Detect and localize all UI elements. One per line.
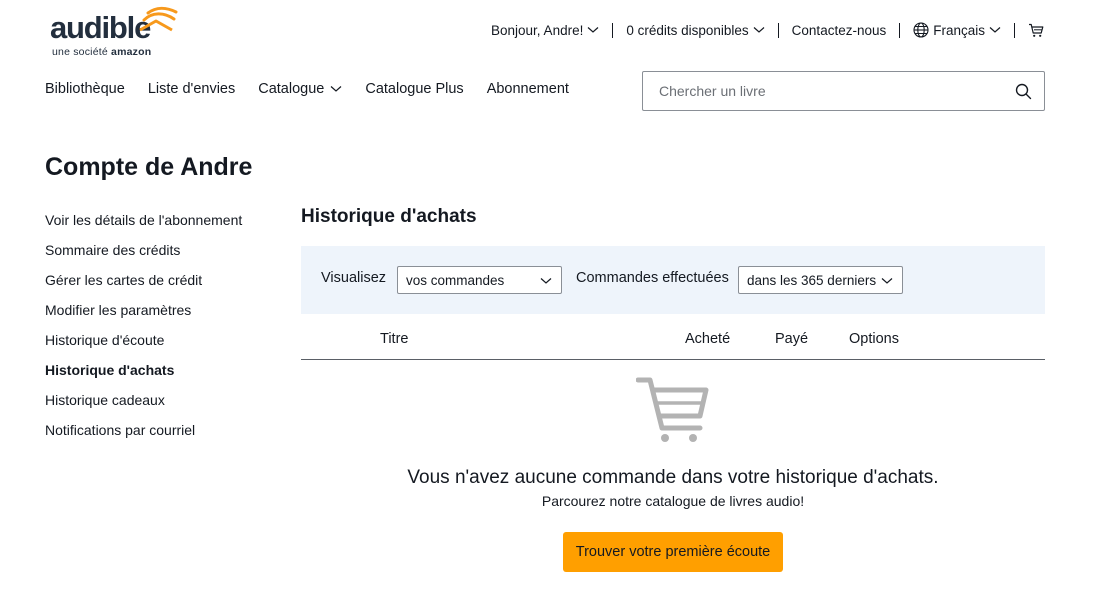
view-filter-label: Visualisez — [321, 270, 387, 286]
find-first-listen-button[interactable]: Trouver votre première écoute — [563, 532, 783, 572]
contact-label: Contactez-nous — [791, 22, 887, 38]
column-paid: Payé — [775, 331, 809, 347]
logo-wordmark: audible — [50, 10, 151, 45]
logo-tagline-prefix: une société — [52, 46, 108, 58]
greeting-label: Bonjour, Andre! — [491, 22, 584, 38]
empty-message: Vous n'avez aucune commande dans votre h… — [407, 467, 939, 488]
period-filter-label: Commandes effectuées — [576, 270, 729, 286]
divider — [777, 22, 779, 38]
table-header: Titre Acheté Payé Options — [301, 330, 1045, 360]
nav-library[interactable]: Bibliothèque — [45, 81, 125, 97]
sidebar-item-credit-cards[interactable]: Gérer les cartes de crédit — [45, 271, 275, 301]
chevron-down-icon — [989, 27, 1001, 33]
page-title: Compte de Andre — [45, 153, 253, 181]
cart-icon — [1029, 23, 1044, 37]
language-menu[interactable]: Français — [913, 22, 1001, 38]
search-icon[interactable] — [1015, 83, 1032, 100]
period-filter-value: dans les 365 derniers — [747, 272, 877, 288]
sidebar-item-gift-history[interactable]: Historique cadeaux — [45, 391, 275, 421]
view-filter-value: vos commandes — [406, 272, 505, 288]
search-input[interactable] — [643, 83, 1003, 99]
cart-button[interactable] — [1028, 23, 1044, 38]
nav-label: Catalogue Plus — [365, 81, 464, 97]
divider — [899, 22, 901, 38]
nav-label: Bibliothèque — [45, 81, 125, 97]
divider — [612, 22, 614, 38]
sidebar-item-listening-history[interactable]: Historique d'écoute — [45, 331, 275, 361]
nav-subscription[interactable]: Abonnement — [487, 81, 569, 97]
nav-wishlist[interactable]: Liste d'envies — [148, 81, 235, 97]
chevron-down-icon — [540, 278, 552, 284]
chevron-down-icon — [587, 27, 599, 33]
account-menu[interactable]: Bonjour, Andre! — [491, 23, 599, 38]
empty-subtext: Parcourez notre catalogue de livres audi… — [541, 493, 805, 509]
nav-label: Liste d'envies — [147, 81, 236, 97]
period-filter-select[interactable]: dans les 365 derniers — [738, 266, 903, 294]
nav-catalogue-plus[interactable]: Catalogue Plus — [365, 81, 463, 97]
account-sidebar: Voir les détails de l'abonnement Sommair… — [45, 211, 275, 451]
divider — [1014, 22, 1015, 38]
logo-tagline-parent: amazon — [111, 46, 152, 58]
chevron-down-icon — [330, 86, 342, 92]
chevron-down-icon — [881, 278, 893, 284]
signal-waves-icon — [139, 6, 178, 32]
main-nav: Bibliothèque Liste d'envies Catalogue Ca… — [45, 81, 592, 97]
column-purchased: Acheté — [685, 331, 731, 347]
view-filter-select[interactable]: vos commandes — [397, 266, 562, 294]
column-options: Options — [849, 331, 899, 347]
sidebar-item-credits-summary[interactable]: Sommaire des crédits — [45, 241, 275, 271]
contact-link[interactable]: Contactez-nous — [792, 23, 887, 38]
nav-catalogue[interactable]: Catalogue — [258, 81, 342, 97]
sidebar-item-settings[interactable]: Modifier les paramètres — [45, 301, 275, 331]
empty-cart-icon — [636, 377, 709, 442]
search-box — [642, 71, 1045, 111]
column-title: Titre — [380, 331, 409, 347]
nav-label: Catalogue — [258, 81, 325, 97]
audible-logo[interactable]: audible une société amazon — [50, 6, 185, 62]
nav-label: Abonnement — [486, 81, 569, 97]
sidebar-item-purchase-history[interactable]: Historique d'achats — [45, 361, 275, 391]
credits-menu[interactable]: 0 crédits disponibles — [626, 22, 765, 38]
filter-bar: Visualisez vos commandes Commandes effec… — [301, 246, 1045, 314]
utility-bar: Bonjour, Andre! 0 crédits disponibles Co… — [491, 20, 1044, 40]
section-title: Historique d'achats — [301, 206, 477, 227]
language-label: Français — [933, 22, 985, 38]
sidebar-item-email-notifications[interactable]: Notifications par courriel — [45, 421, 275, 451]
credits-label: 0 crédits disponibles — [626, 22, 749, 38]
sidebar-item-subscription-details[interactable]: Voir les détails de l'abonnement — [45, 211, 275, 241]
logo-tagline: une société amazon — [52, 46, 151, 58]
globe-icon — [913, 22, 929, 38]
chevron-down-icon — [753, 27, 765, 33]
